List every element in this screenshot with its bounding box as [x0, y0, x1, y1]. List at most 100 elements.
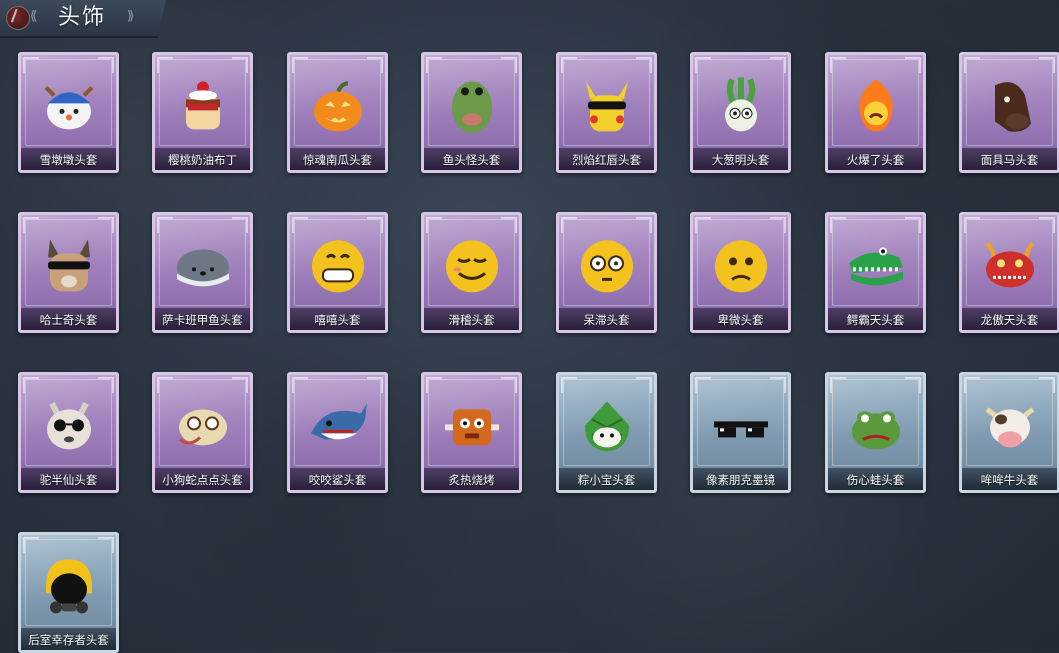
- dog-snake-head-icon: [170, 393, 236, 459]
- card-corner-ornament: [23, 537, 39, 553]
- card-corner-ornament: [636, 57, 652, 73]
- pixel-sunglasses-icon: [708, 393, 774, 459]
- item-name-label: 呆滞头套: [583, 313, 630, 327]
- headwear-item-card[interactable]: 后室幸存者头套: [18, 532, 119, 653]
- scroll-ornament-icon: ⟫: [127, 9, 135, 24]
- headwear-item-card[interactable]: 卑微头套: [690, 212, 791, 333]
- alpaca-sunglasses-head-icon: [36, 393, 102, 459]
- fish-head-icon: [439, 73, 505, 139]
- headwear-item-card[interactable]: 粽小宝头套: [556, 372, 657, 493]
- item-name-label: 驼半仙头套: [39, 473, 98, 487]
- headwear-item-card[interactable]: 龙傲天头套: [959, 212, 1059, 333]
- pumpkin-head-icon: [305, 73, 371, 139]
- dragon-head-icon: [977, 233, 1043, 299]
- sly-emoji-head-icon: [439, 233, 505, 299]
- zongzi-head-icon: [574, 393, 640, 459]
- item-name-label: 烈焰红唇头套: [572, 153, 641, 167]
- item-name-label: 炙热烧烤: [448, 473, 495, 487]
- husky-sunglasses-head-icon: [36, 233, 102, 299]
- card-corner-ornament: [367, 377, 383, 393]
- headwear-item-card[interactable]: 大葱明头套: [690, 52, 791, 173]
- card-corner-ornament: [905, 217, 921, 233]
- card-corner-ornament: [964, 57, 980, 73]
- card-corner-ornament: [964, 217, 980, 233]
- item-name-label: 卑微头套: [717, 313, 764, 327]
- headwear-item-card[interactable]: 樱桃奶油布丁: [152, 52, 253, 173]
- card-corner-ornament: [561, 217, 577, 233]
- item-name-label: 小狗蛇点点头套: [162, 473, 243, 487]
- card-corner-ornament: [426, 217, 442, 233]
- item-name-label: 咬咬鲨头套: [308, 473, 367, 487]
- item-name-label: 萨卡班甲鱼头套: [162, 313, 243, 327]
- gas-mask-helmet-icon: [36, 553, 102, 619]
- cow-head-icon: [977, 393, 1043, 459]
- headwear-item-card[interactable]: 呆滞头套: [556, 212, 657, 333]
- card-corner-ornament: [501, 377, 517, 393]
- headwear-item-card[interactable]: 驼半仙头套: [18, 372, 119, 493]
- headwear-item-card[interactable]: 哈士奇头套: [18, 212, 119, 333]
- item-name-label: 龙傲天头套: [980, 313, 1039, 327]
- sacabambaspis-head-icon: [170, 233, 236, 299]
- card-corner-ornament: [770, 217, 786, 233]
- headwear-item-card[interactable]: 面具马头套: [959, 52, 1059, 173]
- scallion-head-icon: [708, 73, 774, 139]
- headwear-item-card[interactable]: 像素朋克墨镜: [690, 372, 791, 493]
- card-corner-ornament: [695, 57, 711, 73]
- item-name-label: 樱桃奶油布丁: [168, 153, 237, 167]
- card-corner-ornament: [157, 217, 173, 233]
- card-corner-ornament: [98, 217, 114, 233]
- item-name-label: 后室幸存者头套: [28, 633, 109, 647]
- horse-mask-head-icon: [977, 73, 1043, 139]
- card-corner-ornament: [292, 217, 308, 233]
- yellow-mouse-sunglasses-head-icon: [574, 73, 640, 139]
- roast-meat-head-icon: [439, 393, 505, 459]
- item-name-label: 惊魂南瓜头套: [303, 153, 372, 167]
- headwear-item-card[interactable]: 哞哞牛头套: [959, 372, 1059, 493]
- card-corner-ornament: [695, 217, 711, 233]
- crocodile-head-icon: [843, 233, 909, 299]
- card-corner-ornament: [23, 217, 39, 233]
- headwear-item-card[interactable]: 咬咬鲨头套: [287, 372, 388, 493]
- card-corner-ornament: [98, 57, 114, 73]
- headwear-item-card[interactable]: 炙热烧烤: [421, 372, 522, 493]
- item-name-label: 火爆了头套: [846, 153, 905, 167]
- headwear-item-card[interactable]: 滑稽头套: [421, 212, 522, 333]
- card-corner-ornament: [636, 217, 652, 233]
- category-header-tab: ⟪ 头饰 ⟫: [0, 0, 166, 38]
- headwear-item-card[interactable]: 鱼头怪头套: [421, 52, 522, 173]
- card-corner-ornament: [292, 57, 308, 73]
- crest-emblem-icon[interactable]: [6, 6, 30, 30]
- card-corner-ornament: [561, 377, 577, 393]
- headwear-item-card[interactable]: 惊魂南瓜头套: [287, 52, 388, 173]
- card-corner-ornament: [905, 57, 921, 73]
- headwear-item-card[interactable]: 烈焰红唇头套: [556, 52, 657, 173]
- card-corner-ornament: [157, 377, 173, 393]
- card-corner-ornament: [905, 377, 921, 393]
- card-corner-ornament: [770, 377, 786, 393]
- headwear-item-card[interactable]: 萨卡班甲鱼头套: [152, 212, 253, 333]
- card-corner-ornament: [636, 377, 652, 393]
- category-title: 头饰: [58, 5, 107, 30]
- headwear-item-card[interactable]: 嘻嘻头套: [287, 212, 388, 333]
- fireball-head-icon: [843, 73, 909, 139]
- item-name-label: 哈士奇头套: [39, 313, 98, 327]
- card-corner-ornament: [292, 377, 308, 393]
- card-corner-ornament: [501, 217, 517, 233]
- headwear-item-card[interactable]: 小狗蛇点点头套: [152, 372, 253, 493]
- item-name-label: 像素朋克墨镜: [706, 473, 775, 487]
- card-corner-ornament: [1039, 377, 1055, 393]
- humble-emoji-head-icon: [708, 233, 774, 299]
- headwear-item-card[interactable]: 火爆了头套: [825, 52, 926, 173]
- card-corner-ornament: [695, 377, 711, 393]
- card-corner-ornament: [830, 377, 846, 393]
- headwear-item-card[interactable]: 鳄霸天头套: [825, 212, 926, 333]
- headwear-item-card[interactable]: 伤心蛙头套: [825, 372, 926, 493]
- card-corner-ornament: [1039, 57, 1055, 73]
- card-corner-ornament: [23, 377, 39, 393]
- sad-frog-head-icon: [843, 393, 909, 459]
- headwear-item-card[interactable]: 雪墩墩头套: [18, 52, 119, 173]
- card-corner-ornament: [367, 217, 383, 233]
- card-corner-ornament: [426, 377, 442, 393]
- card-corner-ornament: [964, 377, 980, 393]
- card-corner-ornament: [98, 377, 114, 393]
